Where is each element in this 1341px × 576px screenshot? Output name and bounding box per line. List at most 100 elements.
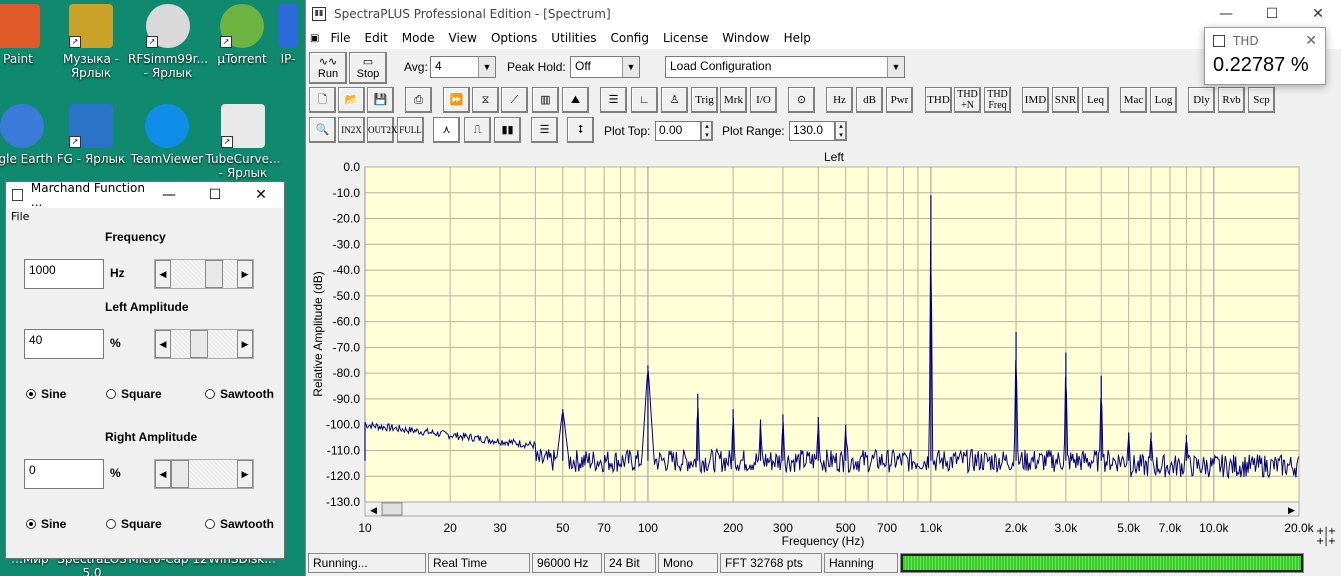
zoom-out-2x-icon[interactable]: OUT2X xyxy=(367,117,398,143)
scroll-right-icon[interactable]: ▶ xyxy=(237,260,253,288)
io-button[interactable]: I/O xyxy=(750,87,777,113)
menu-license[interactable]: License xyxy=(656,31,715,45)
save-icon[interactable]: 💾 xyxy=(367,87,394,113)
ramp-icon[interactable]: ⟋ xyxy=(501,87,528,113)
scp-button[interactable]: Scp xyxy=(1248,87,1275,113)
scale-icon[interactable]: ⭥ xyxy=(567,117,594,143)
maximize-icon[interactable]: ☐ xyxy=(1249,6,1295,22)
open-icon[interactable]: 📂 xyxy=(338,87,365,113)
doc-icon[interactable]: ▣ xyxy=(306,33,323,44)
bar-plot-icon[interactable]: ▮▮ xyxy=(494,117,521,143)
desktop-icon-music[interactable]: ↗ Музыка - Ярлык xyxy=(51,4,131,80)
right-square-radio[interactable]: Square xyxy=(106,517,162,531)
desktop-icon-tubecurve[interactable]: ↗ TubeCurve... - Ярлык xyxy=(203,104,283,180)
scrollbar-thumb[interactable] xyxy=(381,502,403,516)
snr-button[interactable]: SNR xyxy=(1052,87,1079,113)
config-select[interactable]: Load Configuration ▼ xyxy=(665,56,905,78)
zoom-icon[interactable]: 🔍 xyxy=(309,117,336,143)
avg-select[interactable]: 4 ▼ xyxy=(430,56,496,78)
scroll-left-icon[interactable]: ◀ xyxy=(155,330,171,358)
step-plot-icon[interactable]: ⎍ xyxy=(464,117,491,143)
right-sawtooth-radio[interactable]: Sawtooth xyxy=(205,517,274,531)
person-icon[interactable]: ♙ xyxy=(661,87,688,113)
menu-edit[interactable]: Edit xyxy=(358,31,395,45)
left-amplitude-input[interactable]: 40 xyxy=(24,329,104,359)
scroll-left-icon[interactable]: ◀ xyxy=(155,260,171,288)
right-sine-radio[interactable]: Sine xyxy=(26,517,66,531)
new-icon[interactable]: 🗋 xyxy=(309,87,336,113)
chevron-down-icon[interactable]: ▼ xyxy=(478,57,495,77)
list-icon[interactable]: ☰ xyxy=(600,87,627,113)
desktop-icon-rfsimm[interactable]: ↗ RFSimm99r... - Ярлык xyxy=(128,4,208,80)
horizontal-scrollbar[interactable] xyxy=(364,501,1300,517)
close-icon[interactable]: ✕ xyxy=(238,187,284,203)
plot-range-spinner[interactable]: ▴ ▾ xyxy=(835,121,847,141)
print-icon[interactable]: ⎙ xyxy=(405,87,432,113)
slider-thumb[interactable] xyxy=(205,260,223,288)
plot-range-input[interactable]: 130.0 xyxy=(789,121,835,141)
menu-help[interactable]: Help xyxy=(777,31,818,45)
right-amplitude-slider[interactable]: ◀ ▶ xyxy=(154,459,254,489)
plot-top-input[interactable]: 0.00 xyxy=(655,121,701,141)
left-sine-radio[interactable]: Sine xyxy=(26,387,66,401)
desktop-icon-fg[interactable]: ↗ FG - Ярлык xyxy=(51,104,131,166)
menu-file[interactable]: File xyxy=(6,208,284,226)
desktop-icon-ip[interactable]: IP- xyxy=(268,4,308,66)
rvb-button[interactable]: Rvb xyxy=(1218,87,1245,113)
peak-hold-select[interactable]: Off ▼ xyxy=(570,56,640,78)
zoom-plus-icon[interactable]: +|+ xyxy=(1316,536,1336,547)
3d-plot-icon[interactable]: ⛰ xyxy=(562,87,589,113)
frequency-input[interactable]: 1000 xyxy=(24,259,104,289)
menu-mode[interactable]: Mode xyxy=(395,31,442,45)
marchand-titlebar[interactable]: Marchand Function ... — ☐ ✕ xyxy=(6,181,284,209)
desktop-icon-teamviewer[interactable]: TeamViewer xyxy=(127,104,207,166)
minimize-icon[interactable]: — xyxy=(1203,6,1249,22)
menu-utilities[interactable]: Utilities xyxy=(544,31,603,45)
mac-button[interactable]: Mac xyxy=(1120,87,1147,113)
zoom-plus-icon[interactable]: +|+ xyxy=(1316,526,1336,537)
menu-config[interactable]: Config xyxy=(603,31,656,45)
chevron-down-icon[interactable]: ▼ xyxy=(887,57,904,77)
minimize-icon[interactable]: — xyxy=(146,187,192,203)
thd-button[interactable]: THD xyxy=(925,87,952,113)
spectrogram-icon[interactable]: ▥ xyxy=(532,87,559,113)
log-button[interactable]: Log xyxy=(1150,87,1177,113)
spectrum-chart[interactable]: Left 0.0 -10.0 -20.0 -30.0 -40.0 -50.0 -60.0 -7… xyxy=(306,148,1341,550)
scroll-left-icon[interactable]: ◀ xyxy=(155,460,171,488)
run-button[interactable]: ∿∿ Run xyxy=(309,52,347,84)
scroll-left-icon[interactable]: ◀ xyxy=(370,506,377,516)
scroll-right-icon[interactable]: ▶ xyxy=(1288,506,1295,516)
maximize-icon[interactable]: ☐ xyxy=(192,187,238,203)
menu-view[interactable]: View xyxy=(442,31,484,45)
properties-icon[interactable]: ☰ xyxy=(531,117,558,143)
stop-button[interactable]: ▭ Stop xyxy=(349,52,387,84)
left-amplitude-slider[interactable]: ◀ ▶ xyxy=(154,329,254,359)
close-icon[interactable]: ✕ xyxy=(1305,33,1317,49)
db-button[interactable]: dB xyxy=(856,87,883,113)
dly-button[interactable]: Dly xyxy=(1188,87,1215,113)
chevron-down-icon[interactable]: ▼ xyxy=(622,57,639,77)
menu-options[interactable]: Options xyxy=(484,31,544,45)
thd-freq-button[interactable]: THD Freq xyxy=(984,87,1011,113)
menu-window[interactable]: Window xyxy=(715,31,776,45)
imd-button[interactable]: IMD xyxy=(1022,87,1049,113)
scroll-right-icon[interactable]: ▶ xyxy=(237,460,253,488)
leq-button[interactable]: Leq xyxy=(1082,87,1109,113)
zoom-in-2x-icon[interactable]: IN2X xyxy=(338,117,365,143)
hz-button[interactable]: Hz xyxy=(826,87,853,113)
spectra-titlebar[interactable]: ▮▮ SpectraPLUS Professional Edition - [S… xyxy=(306,0,1341,27)
left-sawtooth-radio[interactable]: Sawtooth xyxy=(205,387,274,401)
trig-button[interactable]: Trig xyxy=(691,87,718,113)
axis-icon[interactable]: ∟ xyxy=(631,87,658,113)
plot-top-spinner[interactable]: ▴ ▾ xyxy=(701,121,713,141)
zoom-out-full-icon[interactable]: FULL xyxy=(397,117,424,143)
menu-file[interactable]: File xyxy=(323,31,357,45)
fast-forward-icon[interactable]: ⏩ xyxy=(443,87,470,113)
generator-icon[interactable]: ⊙ xyxy=(788,87,815,113)
desktop-icon-paint[interactable]: Paint xyxy=(0,4,58,66)
mrk-button[interactable]: Mrk xyxy=(720,87,747,113)
slider-thumb[interactable] xyxy=(190,330,208,358)
frequency-slider[interactable]: ◀ ▶ xyxy=(154,259,254,289)
right-amplitude-input[interactable]: 0 xyxy=(24,459,104,489)
line-plot-icon[interactable]: ⋏ xyxy=(433,117,460,143)
